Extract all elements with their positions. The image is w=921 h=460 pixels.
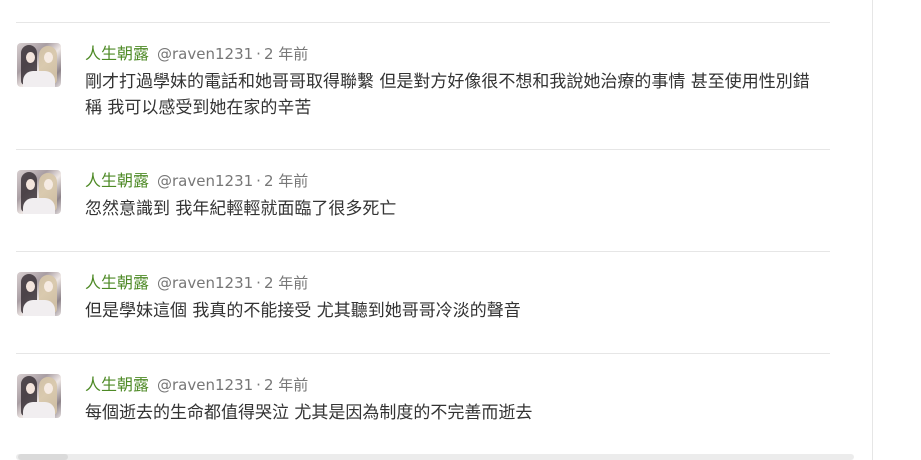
horizontal-scrollbar[interactable] [16, 454, 854, 460]
post-text: 每個逝去的生命都值得哭泣 尤其是因為制度的不完善而逝去 [85, 403, 533, 423]
post-divider [16, 22, 830, 23]
post-timestamp[interactable]: 2 年前 [264, 45, 308, 63]
post-header: 人生朝露 @raven1231 · 2 年前 [85, 374, 308, 396]
post-timestamp[interactable]: 2 年前 [264, 274, 308, 292]
post-divider [16, 353, 830, 354]
post-timestamp[interactable]: 2 年前 [264, 172, 308, 190]
post-text: 剛才打過學妹的電話和她哥哥取得聯繫 但是對方好像很不想和我說她治療的事情 甚至使… [85, 72, 810, 118]
separator-dot: · [256, 274, 261, 292]
username-link[interactable]: 人生朝露 [85, 375, 149, 394]
user-handle: @raven1231 [157, 45, 254, 63]
user-avatar-icon[interactable] [17, 170, 61, 214]
separator-dot: · [256, 172, 261, 190]
username-link[interactable]: 人生朝露 [85, 44, 149, 63]
scrollbar-thumb[interactable] [18, 454, 68, 460]
user-avatar-icon[interactable] [17, 43, 61, 87]
post-header: 人生朝露 @raven1231 · 2 年前 [85, 272, 308, 294]
panel-border [872, 0, 873, 460]
post-header: 人生朝露 @raven1231 · 2 年前 [85, 170, 308, 192]
post-text: 但是學妹這個 我真的不能接受 尤其聽到她哥哥冷淡的聲音 [85, 301, 521, 321]
post-divider [16, 149, 830, 150]
post-header: 人生朝露 @raven1231 · 2 年前 [85, 43, 308, 65]
separator-dot: · [256, 376, 261, 394]
user-avatar-icon[interactable] [17, 374, 61, 418]
user-handle: @raven1231 [157, 376, 254, 394]
username-link[interactable]: 人生朝露 [85, 171, 149, 190]
user-handle: @raven1231 [157, 172, 254, 190]
user-avatar-icon[interactable] [17, 272, 61, 316]
username-link[interactable]: 人生朝露 [85, 273, 149, 292]
post-text: 忽然意識到 我年紀輕輕就面臨了很多死亡 [85, 199, 397, 219]
user-handle: @raven1231 [157, 274, 254, 292]
separator-dot: · [256, 45, 261, 63]
post-divider [16, 251, 830, 252]
post-timestamp[interactable]: 2 年前 [264, 376, 308, 394]
